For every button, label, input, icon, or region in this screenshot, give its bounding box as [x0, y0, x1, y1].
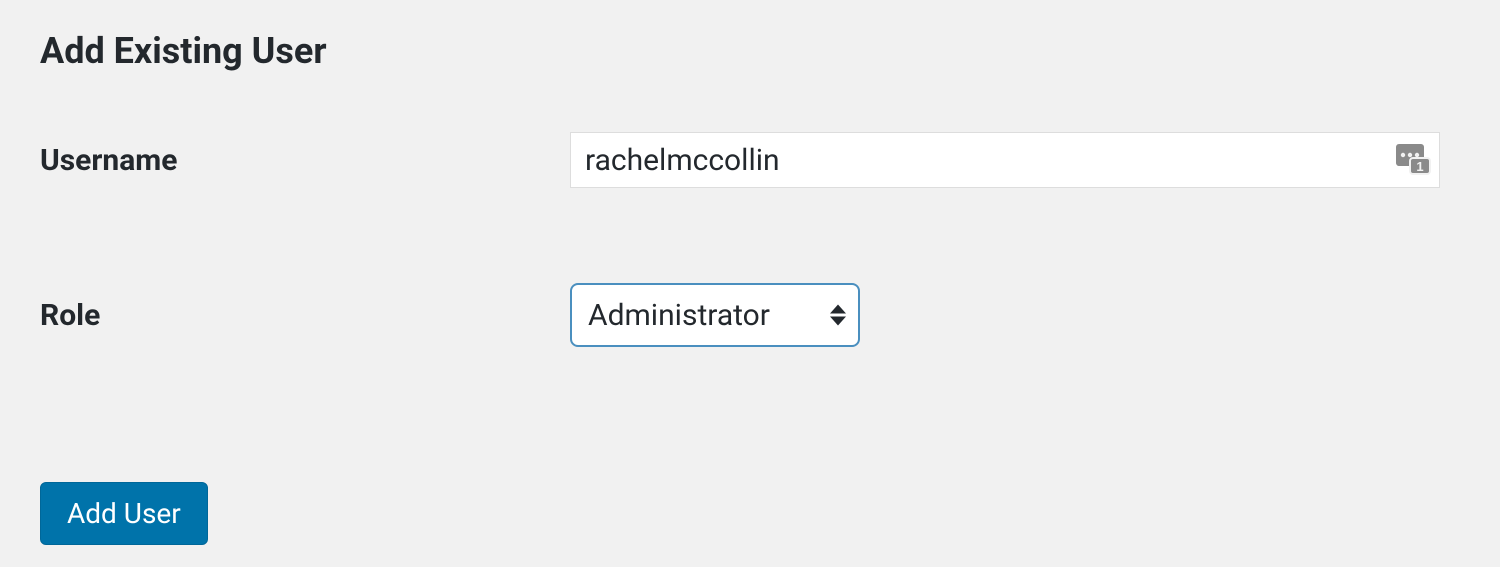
username-input-wrapper: 1 — [570, 132, 1440, 188]
role-row: Role Administrator — [40, 283, 1460, 347]
svg-text:1: 1 — [1416, 159, 1423, 174]
role-select[interactable]: Administrator — [570, 283, 860, 347]
username-input[interactable] — [570, 132, 1440, 188]
autofill-icon: 1 — [1396, 144, 1432, 176]
username-row: Username 1 — [40, 132, 1460, 188]
username-label: Username — [40, 143, 570, 178]
add-user-button[interactable]: Add User — [40, 482, 208, 545]
role-label: Role — [40, 298, 570, 333]
role-select-wrapper: Administrator — [570, 283, 860, 347]
page-title: Add Existing User — [40, 30, 1460, 72]
